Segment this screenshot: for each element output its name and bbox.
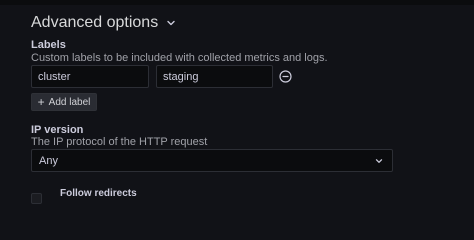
follow-redirects-label: Follow redirects: [60, 188, 137, 199]
ip-version-selected-value: Any: [39, 154, 58, 167]
ip-version-description: The IP protocol of the HTTP request: [31, 136, 208, 148]
add-label-button-label: Add label: [48, 96, 91, 108]
follow-redirects-checkbox[interactable]: [31, 193, 42, 204]
labels-label: Labels: [31, 39, 66, 51]
plus-icon: +: [37, 95, 45, 109]
label-key-input[interactable]: [31, 65, 149, 88]
add-label-button[interactable]: + Add label: [31, 93, 97, 111]
label-value-input[interactable]: [156, 65, 273, 88]
section-title: Advanced options: [31, 14, 159, 31]
chevron-down-icon: [375, 158, 383, 163]
minus-circle-icon[interactable]: [278, 69, 293, 84]
labels-description: Custom labels to be included with collec…: [31, 52, 328, 64]
advanced-options-toggle[interactable]: Advanced options: [31, 13, 176, 33]
chevron-down-icon: [167, 20, 175, 26]
advanced-options-panel: Advanced options Labels Custom labels to…: [0, 0, 474, 216]
top-divider: [0, 0, 474, 5]
ip-version-select[interactable]: Any: [31, 149, 393, 172]
